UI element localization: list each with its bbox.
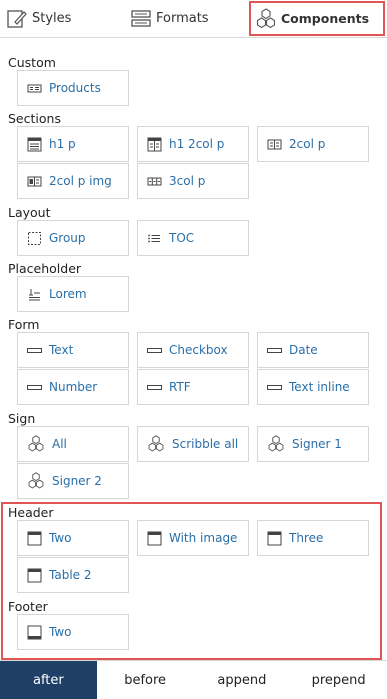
footer-two-button-label: Two	[49, 625, 72, 639]
tab-components-label: Components	[281, 11, 370, 26]
form-number-button[interactable]: Number	[17, 369, 129, 405]
2col-p-button-label: 2col p	[289, 137, 326, 151]
toc-icon	[147, 231, 162, 246]
form-checkbox-button-label: Checkbox	[169, 343, 228, 357]
form-text-inline-button-label: Text inline	[289, 380, 350, 394]
header-icon	[147, 531, 162, 546]
h1p-icon	[27, 137, 42, 152]
sign-signer-1-button[interactable]: Signer 1	[257, 426, 369, 462]
field-icon	[147, 343, 162, 358]
sign-signer-2-button[interactable]: Signer 2	[17, 463, 129, 499]
tab-formats[interactable]: Formats	[130, 0, 245, 37]
2col-p-button[interactable]: 2col p	[257, 126, 369, 162]
lorem-icon	[27, 287, 42, 302]
header-icon	[27, 531, 42, 546]
header-icon	[267, 531, 282, 546]
section-sections-label: Sections	[8, 111, 61, 126]
3col-p-button-label: 3col p	[169, 174, 206, 188]
hexagons-icon	[27, 472, 45, 490]
field-icon	[27, 343, 42, 358]
2col-img-icon	[27, 174, 42, 189]
form-rtf-button[interactable]: RTF	[137, 369, 249, 405]
header-three-button[interactable]: Three	[257, 520, 369, 556]
tab-bar: Styles Formats Components	[0, 0, 387, 38]
hexagons-icon	[267, 435, 285, 453]
after-button[interactable]: after	[0, 661, 97, 699]
sign-scribble-all-button-label: Scribble all	[172, 437, 239, 451]
group-icon	[27, 231, 42, 246]
products-button[interactable]: Products	[17, 70, 129, 106]
field-icon	[27, 380, 42, 395]
sign-all-button[interactable]: All	[17, 426, 129, 462]
section-custom-label: Custom	[8, 55, 56, 70]
lorem-button[interactable]: Lorem	[17, 276, 129, 312]
h1-p-button-label: h1 p	[49, 137, 76, 151]
3col-p-button[interactable]: 3col p	[137, 163, 249, 199]
section-form-label: Form	[8, 317, 40, 332]
products-button-label: Products	[49, 81, 101, 95]
footer-two-button[interactable]: Two	[17, 614, 129, 650]
hexagons-icon	[27, 435, 45, 453]
header-icon	[27, 568, 42, 583]
append-button[interactable]: append	[194, 661, 291, 699]
form-number-button-label: Number	[49, 380, 98, 394]
pencil-icon	[6, 8, 28, 30]
2col-p-img-button-label: 2col p img	[49, 174, 112, 188]
3col-icon	[147, 174, 162, 189]
section-layout-label: Layout	[8, 205, 51, 220]
tab-formats-label: Formats	[156, 11, 209, 26]
form-rtf-button-label: RTF	[169, 380, 191, 394]
formats-icon	[130, 8, 152, 30]
toc-button[interactable]: TOC	[137, 220, 249, 256]
section-footer-label: Footer	[8, 599, 48, 614]
form-text-button[interactable]: Text	[17, 332, 129, 368]
group-button[interactable]: Group	[17, 220, 129, 256]
header-table-2-button-label: Table 2	[49, 568, 92, 582]
sign-all-button-label: All	[52, 437, 67, 451]
prepend-button[interactable]: prepend	[290, 661, 387, 699]
section-sign-label: Sign	[8, 411, 36, 426]
field-icon	[267, 343, 282, 358]
field-icon	[147, 380, 162, 395]
group-button-label: Group	[49, 231, 86, 245]
h1-2col-icon	[147, 137, 162, 152]
sign-scribble-all-button[interactable]: Scribble all	[137, 426, 249, 462]
field-icon	[267, 380, 282, 395]
lorem-button-label: Lorem	[49, 287, 87, 301]
tab-styles[interactable]: Styles	[6, 0, 116, 37]
header-with-image-button[interactable]: With image	[137, 520, 249, 556]
section-placeholder-label: Placeholder	[8, 261, 82, 276]
header-table-2-button[interactable]: Table 2	[17, 557, 129, 593]
hexagons-icon	[147, 435, 165, 453]
h1-2col-p-button-label: h1 2col p	[169, 137, 225, 151]
form-date-button[interactable]: Date	[257, 332, 369, 368]
insert-position-bar: after before append prepend	[0, 660, 387, 699]
form-date-button-label: Date	[289, 343, 318, 357]
header-three-button-label: Three	[289, 531, 324, 545]
hexagons-icon	[255, 7, 277, 30]
2col-p-img-button[interactable]: 2col p img	[17, 163, 129, 199]
header-two-button-label: Two	[49, 531, 72, 545]
tab-components[interactable]: Components	[249, 1, 385, 36]
before-button[interactable]: before	[97, 661, 194, 699]
toc-button-label: TOC	[169, 231, 195, 245]
header-with-image-button-label: With image	[169, 531, 238, 545]
tab-styles-label: Styles	[32, 11, 72, 26]
form-text-button-label: Text	[49, 343, 74, 357]
form-checkbox-button[interactable]: Checkbox	[137, 332, 249, 368]
section-header-label: Header	[8, 505, 54, 520]
header-two-button[interactable]: Two	[17, 520, 129, 556]
form-text-inline-button[interactable]: Text inline	[257, 369, 369, 405]
sign-signer-2-button-label: Signer 2	[52, 474, 102, 488]
footer-icon	[27, 625, 42, 640]
h1-2col-p-button[interactable]: h1 2col p	[137, 126, 249, 162]
2col-icon	[267, 137, 282, 152]
sign-signer-1-button-label: Signer 1	[292, 437, 342, 451]
products-icon	[27, 81, 42, 96]
h1-p-button[interactable]: h1 p	[17, 126, 129, 162]
